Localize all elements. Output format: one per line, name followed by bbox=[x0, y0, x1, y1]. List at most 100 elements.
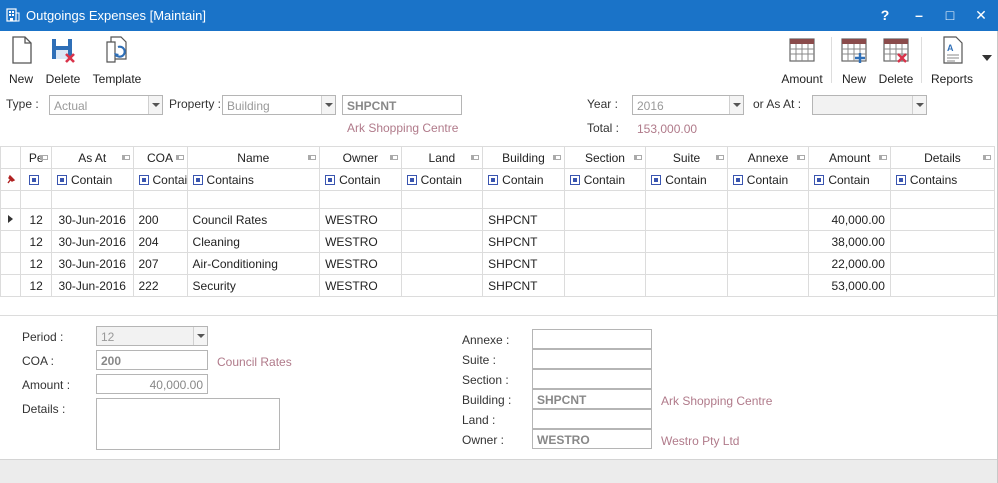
delete-button[interactable]: Delete bbox=[44, 35, 82, 89]
cell-coa[interactable]: 204 bbox=[132, 230, 188, 253]
cell-owner[interactable]: WESTRO bbox=[319, 252, 402, 275]
table-row[interactable]: 12 30-Jun-2016 222 Security WESTRO SHPCNT 53,0… bbox=[0, 274, 996, 297]
filter-option-icon[interactable] bbox=[651, 174, 662, 185]
chevron-down-icon[interactable] bbox=[729, 96, 743, 114]
new-row[interactable] bbox=[0, 190, 996, 209]
cell-amount[interactable]: 38,000.00 bbox=[808, 230, 891, 253]
cell-owner[interactable]: WESTRO bbox=[319, 230, 402, 253]
column-header-details[interactable]: Details bbox=[889, 146, 996, 169]
period-combo[interactable]: 12 bbox=[96, 326, 208, 346]
cell-amount[interactable]: 22,000.00 bbox=[808, 252, 891, 275]
template-button[interactable]: Template bbox=[90, 35, 144, 89]
cell-section[interactable] bbox=[563, 208, 647, 231]
help-button[interactable]: ? bbox=[868, 0, 902, 31]
cell-period[interactable]: 12 bbox=[20, 252, 52, 275]
column-header-annexe[interactable]: Annexe bbox=[726, 146, 810, 169]
filter-option-icon[interactable] bbox=[732, 174, 743, 185]
filter-option-icon[interactable] bbox=[138, 174, 149, 185]
row-indicator[interactable] bbox=[0, 208, 22, 231]
cell-as-at[interactable]: 30-Jun-2016 bbox=[50, 230, 134, 253]
column-header-as-at[interactable]: As At bbox=[50, 146, 134, 169]
column-header-period[interactable]: Pe bbox=[20, 146, 52, 169]
cell-suite[interactable] bbox=[645, 274, 728, 297]
as-at-combo[interactable] bbox=[812, 95, 927, 115]
pin-icon[interactable] bbox=[308, 155, 317, 160]
filter-cell-section[interactable]: Contain bbox=[563, 168, 647, 191]
filter-cell-name[interactable]: Contains bbox=[186, 168, 321, 191]
filter-cell-details[interactable]: Contains bbox=[889, 168, 996, 191]
filter-cell-coa[interactable]: Contai bbox=[132, 168, 188, 191]
cell-annexe[interactable] bbox=[726, 230, 810, 253]
column-header-land[interactable]: Land bbox=[400, 146, 484, 169]
cell-period[interactable]: 12 bbox=[20, 208, 52, 231]
cell-name[interactable]: Air-Conditioning bbox=[186, 252, 321, 275]
cell-building[interactable]: SHPCNT bbox=[482, 274, 565, 297]
filter-cell-suite[interactable]: Contain bbox=[645, 168, 728, 191]
cell-building[interactable]: SHPCNT bbox=[482, 208, 565, 231]
cell-suite[interactable] bbox=[645, 252, 728, 275]
cell-as-at[interactable]: 30-Jun-2016 bbox=[50, 208, 134, 231]
filter-option-icon[interactable] bbox=[192, 174, 203, 185]
cell-section[interactable] bbox=[563, 252, 647, 275]
pin-icon[interactable] bbox=[39, 155, 48, 160]
table-row[interactable]: 12 30-Jun-2016 204 Cleaning WESTRO SHPCNT 38,0… bbox=[0, 230, 996, 253]
property-code-field[interactable]: SHPCNT bbox=[342, 95, 462, 115]
annexe-field[interactable] bbox=[532, 329, 652, 349]
cell-owner[interactable]: WESTRO bbox=[319, 208, 402, 231]
cell-annexe[interactable] bbox=[726, 274, 810, 297]
suite-field[interactable] bbox=[532, 349, 652, 369]
cell-name[interactable]: Council Rates bbox=[186, 208, 321, 231]
cell-amount[interactable]: 40,000.00 bbox=[808, 208, 891, 231]
pin-icon[interactable] bbox=[983, 155, 991, 160]
row-indicator[interactable] bbox=[0, 274, 22, 297]
row-indicator[interactable] bbox=[0, 252, 22, 275]
pin-icon[interactable] bbox=[552, 155, 561, 160]
cell-land[interactable] bbox=[400, 208, 484, 231]
close-button[interactable]: ✕ bbox=[964, 0, 998, 31]
column-header-amount[interactable]: Amount bbox=[808, 146, 891, 169]
toolbar-overflow-icon[interactable] bbox=[980, 53, 994, 63]
cell-annexe[interactable] bbox=[726, 252, 810, 275]
table-row[interactable]: 12 30-Jun-2016 200 Council Rates WESTRO SHPCN… bbox=[0, 208, 996, 231]
pin-icon[interactable] bbox=[471, 155, 480, 160]
pin-icon[interactable] bbox=[797, 155, 806, 160]
filter-cell-as-at[interactable]: Contain bbox=[50, 168, 134, 191]
cell-period[interactable]: 12 bbox=[20, 230, 52, 253]
cell-coa[interactable]: 222 bbox=[132, 274, 188, 297]
cell-details[interactable] bbox=[889, 230, 996, 253]
filter-option-icon[interactable] bbox=[814, 174, 825, 185]
year-combo[interactable]: 2016 bbox=[632, 95, 744, 115]
chevron-down-icon[interactable] bbox=[193, 327, 207, 345]
filter-option-icon[interactable] bbox=[29, 174, 40, 185]
pin-icon[interactable] bbox=[121, 155, 130, 160]
pin-icon[interactable] bbox=[878, 155, 887, 160]
pin-icon[interactable] bbox=[389, 155, 398, 160]
column-header-suite[interactable]: Suite bbox=[645, 146, 728, 169]
filter-cell-amount[interactable]: Contain bbox=[808, 168, 891, 191]
cell-details[interactable] bbox=[889, 274, 996, 297]
land-field[interactable] bbox=[532, 409, 652, 429]
details-textarea[interactable] bbox=[96, 398, 280, 450]
cell-suite[interactable] bbox=[645, 230, 728, 253]
coa-field[interactable]: 200 bbox=[96, 350, 208, 370]
minimize-button[interactable]: – bbox=[902, 0, 936, 31]
property-combo[interactable]: Building bbox=[222, 95, 336, 115]
cell-annexe[interactable] bbox=[726, 208, 810, 231]
filter-option-icon[interactable] bbox=[56, 174, 67, 185]
building-field[interactable]: SHPCNT bbox=[532, 389, 652, 409]
owner-field[interactable]: WESTRO bbox=[532, 429, 652, 449]
chevron-down-icon[interactable] bbox=[321, 96, 335, 114]
reports-button[interactable]: A Reports bbox=[928, 35, 976, 89]
maximize-button[interactable]: □ bbox=[933, 0, 967, 31]
cell-land[interactable] bbox=[400, 252, 484, 275]
section-field[interactable] bbox=[532, 369, 652, 389]
new-button[interactable]: New bbox=[4, 35, 38, 89]
filter-option-icon[interactable] bbox=[895, 174, 906, 185]
cell-amount[interactable]: 53,000.00 bbox=[808, 274, 891, 297]
cell-section[interactable] bbox=[563, 274, 647, 297]
cell-details[interactable] bbox=[889, 252, 996, 275]
amount-field[interactable]: 40,000.00 bbox=[96, 374, 208, 394]
column-header-owner[interactable]: Owner bbox=[319, 146, 402, 169]
type-combo[interactable]: Actual bbox=[49, 95, 163, 115]
cell-owner[interactable]: WESTRO bbox=[319, 274, 402, 297]
